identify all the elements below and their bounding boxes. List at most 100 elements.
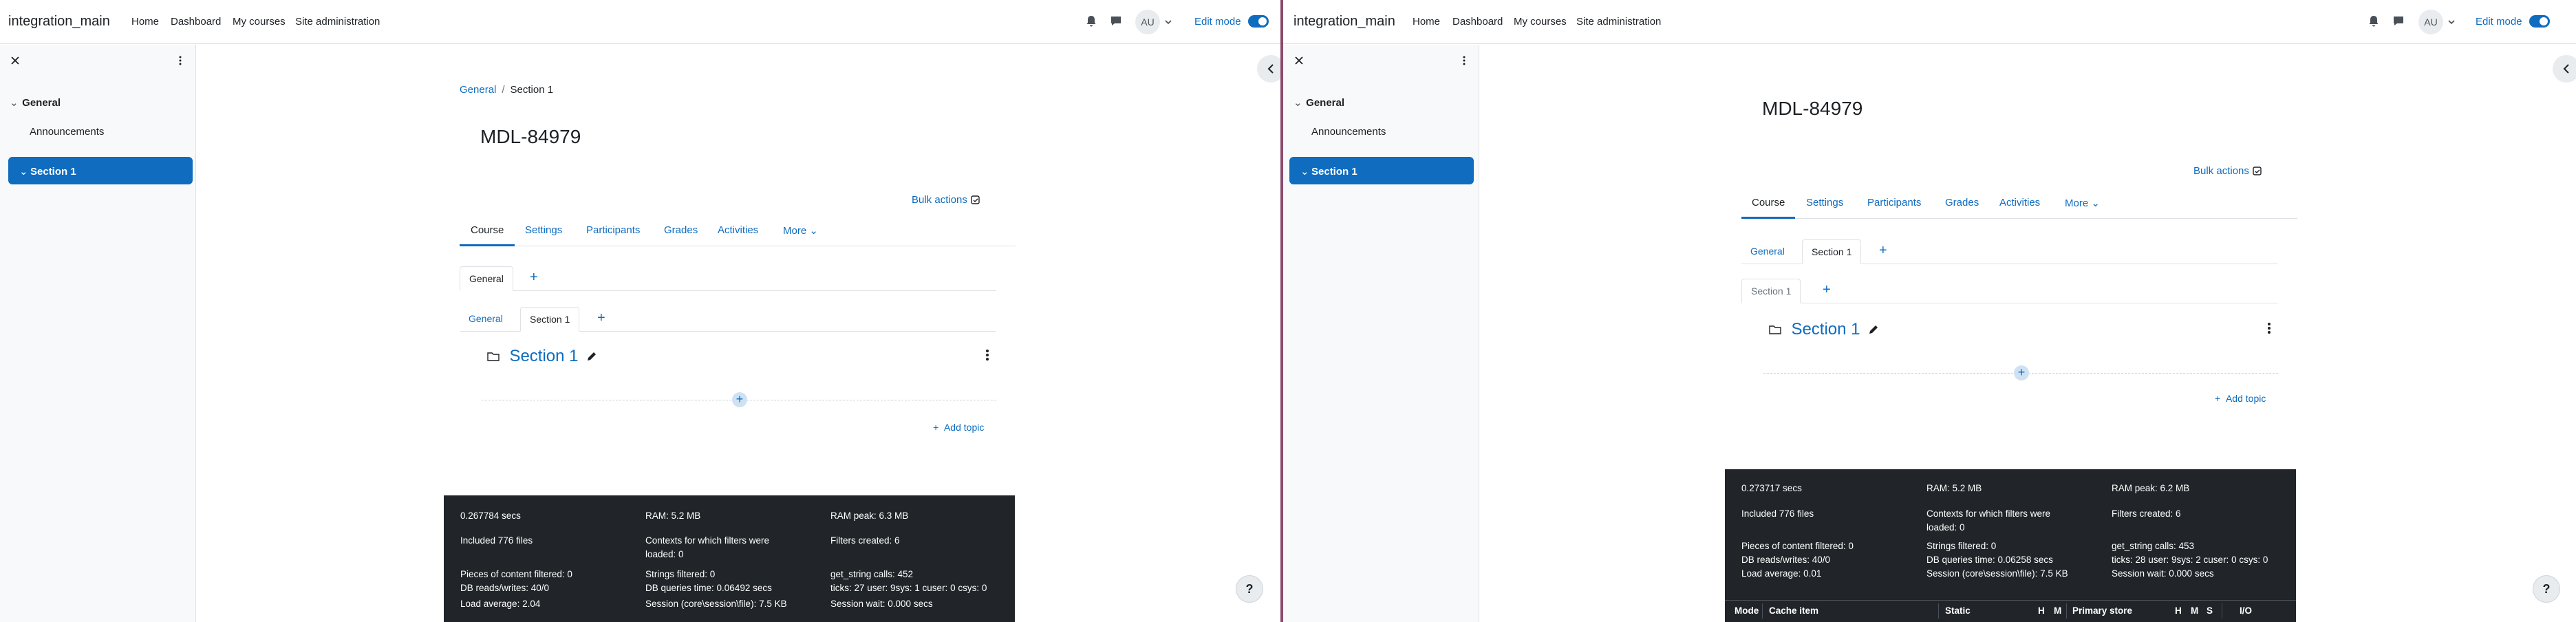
perf-db-reads: DB reads/writes: 40/0 xyxy=(1741,555,1831,565)
kebab-icon[interactable] xyxy=(1459,55,1470,66)
edit-mode-label: Edit mode xyxy=(2476,16,2522,28)
kebab-icon[interactable] xyxy=(2264,321,2275,335)
chevron-down-icon: ⌄ xyxy=(809,225,818,237)
site-name[interactable]: integration_main xyxy=(1294,14,1395,30)
breadcrumb-section-1: Section 1 xyxy=(510,84,554,96)
drawer-item-section-1[interactable]: ⌄ Section 1 xyxy=(8,157,193,184)
tab-activities[interactable]: Activities xyxy=(1999,197,2040,208)
edit-mode-toggle[interactable] xyxy=(1248,15,1269,28)
nav-my-courses[interactable]: My courses xyxy=(1514,16,1567,28)
secondary-navigation: Course Settings Participants Grades Acti… xyxy=(1741,190,2297,219)
performance-info: 0.267784 secs Included 776 files Pieces … xyxy=(444,495,1015,622)
add-tab-button[interactable]: + xyxy=(530,270,538,286)
chevron-down-icon[interactable]: ⌄ xyxy=(10,96,19,109)
bulk-actions-button[interactable]: Bulk actions xyxy=(2193,165,2263,177)
drawer-item-section-1[interactable]: ⌄ Section 1 xyxy=(1289,157,1474,184)
bell-icon[interactable] xyxy=(1084,14,1098,28)
nav-site-administration[interactable]: Site administration xyxy=(295,16,380,28)
perf-included-files: Included 776 files xyxy=(1741,508,1814,519)
add-activity-button[interactable]: + xyxy=(2014,365,2029,380)
right-drawer-toggle[interactable] xyxy=(1257,55,1280,83)
perf-load-average: Load average: 2.04 xyxy=(460,599,541,609)
tab-settings[interactable]: Settings xyxy=(525,224,562,236)
section-title[interactable]: Section 1 xyxy=(1791,320,1860,339)
tab-more[interactable]: More ⌄ xyxy=(783,224,818,237)
tab-grades[interactable]: Grades xyxy=(1945,197,1979,208)
tab-section-1[interactable]: Section 1 xyxy=(1802,239,1862,264)
chevron-down-icon: ⌄ xyxy=(2091,197,2100,209)
add-tab-button[interactable]: + xyxy=(1879,243,1887,259)
page-title: MDL-84979 xyxy=(1762,98,1863,119)
chat-icon[interactable] xyxy=(1109,14,1123,28)
perf-db-queries-time: DB queries time: 0.06258 secs xyxy=(1926,555,2053,565)
section-title[interactable]: Section 1 xyxy=(509,347,578,365)
chevron-down-icon[interactable]: ⌄ xyxy=(1300,165,1311,178)
nav-dashboard[interactable]: Dashboard xyxy=(1452,16,1503,28)
chevron-down-icon[interactable]: ⌄ xyxy=(19,165,30,178)
nav-home[interactable]: Home xyxy=(131,16,159,28)
folder-icon[interactable] xyxy=(487,351,500,362)
edit-mode-toggle[interactable] xyxy=(2529,15,2550,28)
add-tab-button[interactable]: + xyxy=(597,310,605,326)
help-button[interactable]: ? xyxy=(1236,575,1263,603)
drawer-item-announcements[interactable]: Announcements xyxy=(1311,126,1386,138)
pencil-icon[interactable] xyxy=(586,350,598,363)
tab-participants[interactable]: Participants xyxy=(1867,197,1921,208)
close-icon[interactable] xyxy=(10,55,21,66)
tab-general[interactable]: General xyxy=(460,266,513,291)
nav-home[interactable]: Home xyxy=(1413,16,1440,28)
perf-filters-created: Filters created: 6 xyxy=(830,535,900,546)
right-drawer-toggle[interactable] xyxy=(2553,55,2576,83)
add-activity-button[interactable]: + xyxy=(732,392,747,407)
kebab-icon[interactable] xyxy=(982,348,993,362)
perf-strings-filtered: Strings filtered: 0 xyxy=(1926,541,1997,551)
tab-general[interactable]: General xyxy=(460,307,512,330)
nav-my-courses[interactable]: My courses xyxy=(233,16,286,28)
bell-icon[interactable] xyxy=(2367,14,2381,28)
perf-content-filtered: Pieces of content filtered: 0 xyxy=(460,569,572,579)
chevron-left-icon xyxy=(2563,64,2569,74)
drawer-section-general[interactable]: ⌄ General xyxy=(10,96,61,109)
perf-db-reads: DB reads/writes: 40/0 xyxy=(460,583,550,593)
chat-icon[interactable] xyxy=(2392,14,2405,28)
add-tab-button[interactable]: + xyxy=(1823,282,1831,298)
tab-course[interactable]: Course xyxy=(1752,197,1785,208)
nav-site-administration[interactable]: Site administration xyxy=(1576,16,1661,28)
perf-contexts: Contexts for which filters were xyxy=(645,535,770,546)
drawer-section-general[interactable]: ⌄ General xyxy=(1294,96,1344,109)
add-topic-button[interactable]: + Add topic xyxy=(933,422,984,433)
pencil-icon[interactable] xyxy=(1867,323,1880,336)
tab-grades[interactable]: Grades xyxy=(664,224,698,236)
drawer-item-announcements[interactable]: Announcements xyxy=(30,126,104,138)
close-icon[interactable] xyxy=(1294,55,1305,66)
bulk-icon xyxy=(2253,167,2262,175)
perf-contexts-loaded: loaded: 0 xyxy=(1926,522,1965,533)
help-button[interactable]: ? xyxy=(2533,575,2560,603)
nav-dashboard[interactable]: Dashboard xyxy=(171,16,221,28)
user-avatar[interactable]: AU xyxy=(2418,10,2443,34)
tab-course[interactable]: Course xyxy=(471,224,504,236)
kebab-icon[interactable] xyxy=(175,55,186,66)
tab-general[interactable]: General xyxy=(1741,239,1794,263)
tab-more[interactable]: More ⌄ xyxy=(2065,197,2100,209)
tab-participants[interactable]: Participants xyxy=(586,224,640,236)
section-tabs-row-1: General Section 1 + xyxy=(1741,239,2278,264)
add-topic-button[interactable]: + Add topic xyxy=(2215,393,2266,404)
perf-ram: RAM: 5.2 MB xyxy=(1926,483,1982,493)
tab-section-1[interactable]: Section 1 xyxy=(1741,279,1801,303)
perf-session-wait: Session wait: 0.000 secs xyxy=(830,599,933,609)
breadcrumb-general[interactable]: General xyxy=(460,84,496,96)
perf-ram-peak: RAM peak: 6.3 MB xyxy=(830,511,909,521)
bulk-actions-button[interactable]: Bulk actions xyxy=(912,194,981,206)
tab-section-1[interactable]: Section 1 xyxy=(520,307,580,332)
user-avatar[interactable]: AU xyxy=(1135,10,1160,34)
plus-icon: + xyxy=(2215,393,2221,404)
chevron-down-icon[interactable] xyxy=(2446,17,2457,28)
chevron-down-icon[interactable] xyxy=(1163,17,1174,28)
th-static: Static xyxy=(1945,605,1971,616)
folder-icon[interactable] xyxy=(1769,324,1781,335)
tab-settings[interactable]: Settings xyxy=(1806,197,1843,208)
site-name[interactable]: integration_main xyxy=(8,14,110,30)
tab-activities[interactable]: Activities xyxy=(718,224,758,236)
chevron-down-icon[interactable]: ⌄ xyxy=(1294,96,1303,109)
